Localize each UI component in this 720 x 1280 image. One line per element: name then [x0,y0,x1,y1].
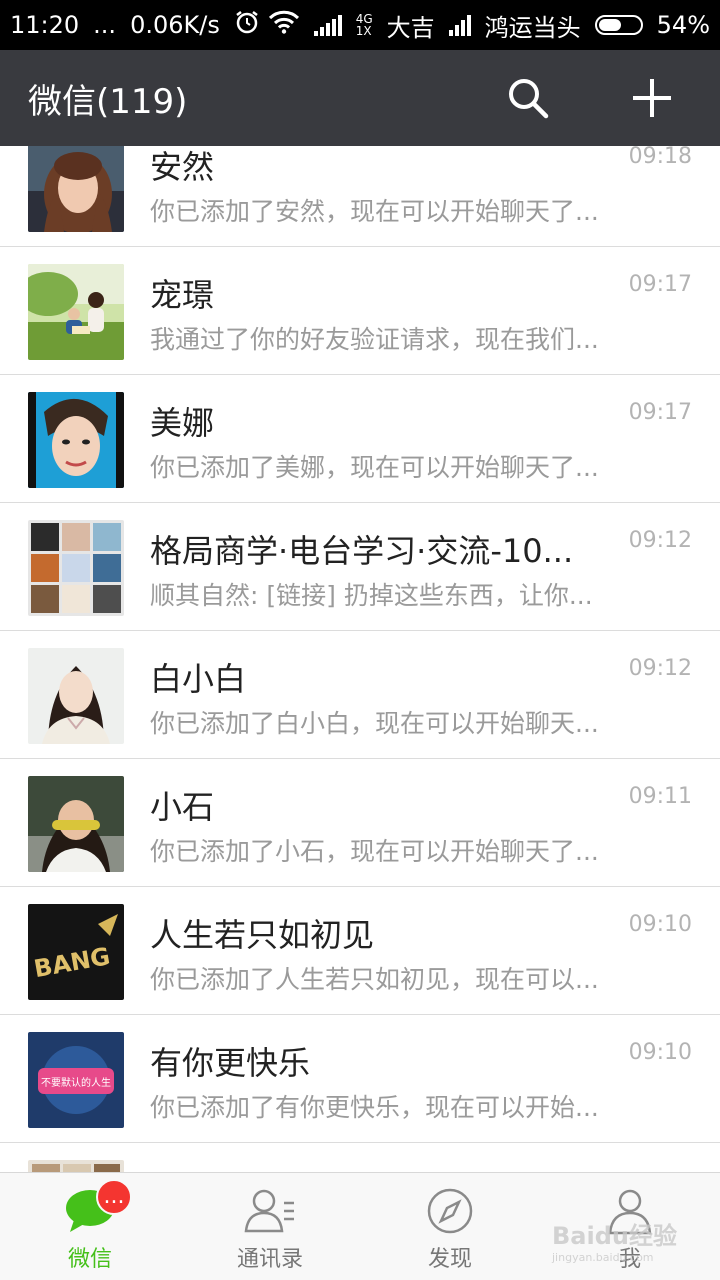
chat-row[interactable]: 白小白 你已添加了白小白，现在可以开始聊天... 09:12 [0,632,720,759]
chat-time: 09:12 [628,528,692,553]
chat-preview: 你已添加了安然，现在可以开始聊天了... [150,197,599,226]
avatar [28,146,124,232]
chat-row[interactable]: 不要默认的人生 有你更快乐 你已添加了有你更快乐，现在可以开始... 09:10 [0,1016,720,1143]
chat-time: 09:17 [628,272,692,297]
tab-chats[interactable]: ... 微信 [0,1173,180,1280]
page-title: 微信(119) [28,81,188,122]
status-speed: 0.06K/s [130,11,220,39]
tab-label: 我 [618,1247,641,1272]
avatar [28,1160,124,1172]
poster-logo-text: 不要默认的人生 [41,1076,111,1089]
status-time: 11:20 [10,11,80,39]
network-type: 4G 1X [355,12,373,38]
chat-name: 小石 [150,788,215,826]
chat-name: 有你更快乐 [150,1044,311,1082]
chat-time: 09:10 [628,1040,692,1065]
tab-label: 微信 [67,1247,112,1272]
status-dots: ... [93,11,117,39]
unread-badge: ... [96,1179,132,1215]
chat-preview: 我通过了你的好友验证请求，现在我们... [150,325,599,354]
chat-list[interactable]: 安然 你已添加了安然，现在可以开始聊天了... 09:18 宠璟 我通过了你的好… [0,146,720,1172]
avatar [28,264,124,360]
chat-time: 09:18 [628,146,692,169]
bottom-nav: ... 微信 通讯录 发现 我 [0,1172,720,1280]
battery-icon [594,15,643,35]
avatar [28,776,124,872]
battery-percent: 54% [656,11,710,39]
chat-row[interactable]: 美娜 你已添加了美娜，现在可以开始聊天了... 09:17 [0,376,720,503]
chat-name: 人生若只如初见 [150,916,375,954]
tab-discover[interactable]: 发现 [360,1173,540,1280]
wifi-icon [268,10,300,40]
chat-time: 09:12 [628,656,692,681]
chat-preview: 你已添加了有你更快乐，现在可以开始... [150,1093,599,1122]
plus-icon[interactable] [628,74,676,122]
chat-row[interactable]: 格局商学·电台学习·交流-10... 顺其自然: [链接] 扔掉这些东西，让你.… [0,504,720,631]
avatar [28,520,124,616]
chat-preview: 顺其自然: [链接] 扔掉这些东西，让你... [150,581,593,610]
signal-icon [313,14,342,36]
chat-name: 宠璟 [150,276,215,314]
chat-name: 美娜 [150,404,215,442]
avatar: BANG [28,904,124,1000]
search-icon[interactable] [504,74,552,122]
chat-name: 安然 [150,148,215,186]
chat-time: 09:11 [628,784,692,809]
signal-icon-2 [448,14,471,36]
chat-name: 白小白 [150,660,247,698]
chat-row[interactable]: BANG 人生若只如初见 你已添加了人生若只如初见，现在可以... 09:10 [0,888,720,1015]
chat-row[interactable]: 宠璟 我通过了你的好友验证请求，现在我们... 09:17 [0,248,720,375]
carrier-2: 鸿运当头 [484,13,581,42]
chat-preview: 你已添加了美娜，现在可以开始聊天了... [150,453,599,482]
chat-time: 09:17 [628,400,692,425]
avatar: 不要默认的人生 [28,1032,124,1128]
tab-contacts[interactable]: 通讯录 [180,1173,360,1280]
contacts-icon [240,1185,300,1237]
chat-bubble-icon: ... [60,1179,132,1237]
carrier-1: 大吉 [386,13,435,42]
avatar [28,392,124,488]
chat-preview: 你已添加了白小白，现在可以开始聊天... [150,709,599,738]
status-bar: 11:20 ... 0.06K/s 4G 1X 大吉 鸿运当头 54% [0,0,720,50]
avatar [28,648,124,744]
tab-label: 通讯录 [236,1247,303,1272]
alarm-icon [234,9,260,41]
chat-preview: 你已添加了人生若只如初见，现在可以... [150,965,599,994]
chat-row[interactable]: 小石 你已添加了小石，现在可以开始聊天了... 09:11 [0,760,720,887]
tab-label: 发现 [427,1247,472,1272]
tab-me[interactable]: 我 [540,1173,720,1280]
chat-name: 格局商学·电台学习·交流-10... [150,532,574,570]
compass-icon [420,1185,480,1237]
chat-row[interactable] [0,1144,720,1172]
chat-row[interactable]: 安然 你已添加了安然，现在可以开始聊天了... 09:18 [0,146,720,247]
title-bar: 微信(119) [0,50,720,146]
person-icon [600,1185,660,1237]
chat-time: 09:10 [628,912,692,937]
chat-preview: 你已添加了小石，现在可以开始聊天了... [150,837,599,866]
